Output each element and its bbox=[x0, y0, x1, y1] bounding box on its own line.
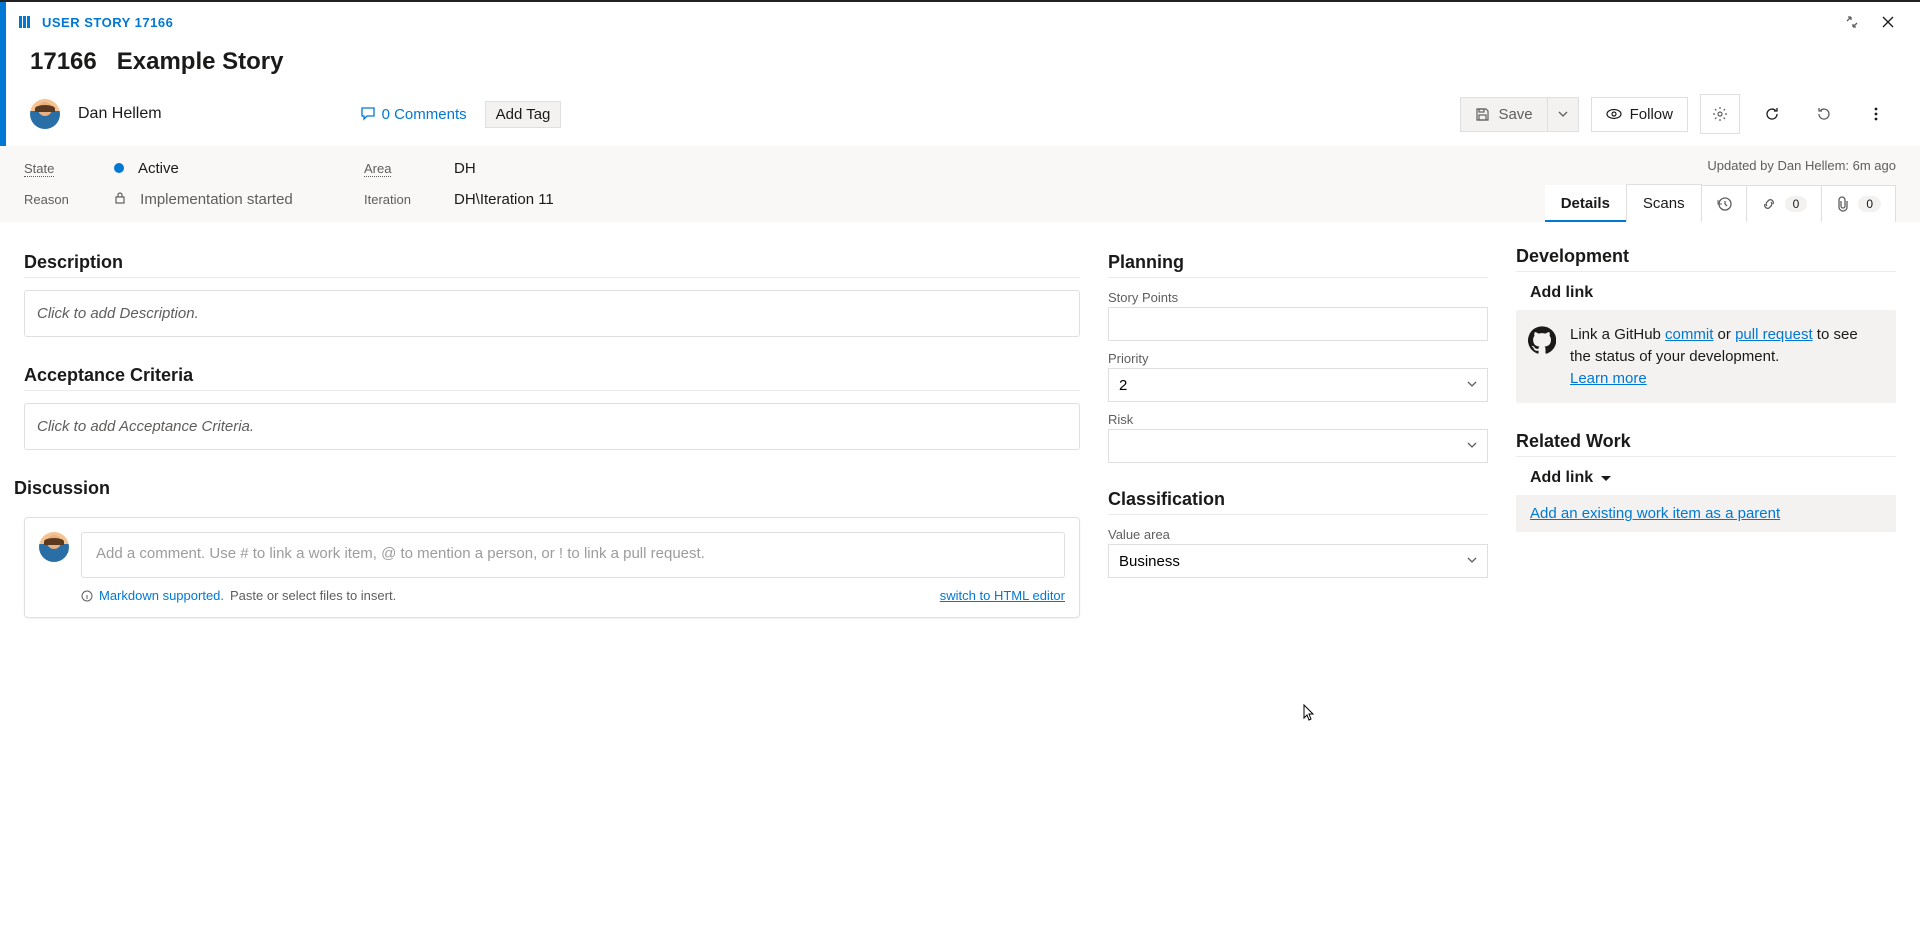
markdown-link[interactable]: Markdown supported. bbox=[99, 588, 224, 603]
restore-window-button[interactable] bbox=[1834, 4, 1870, 40]
acceptance-input[interactable]: Click to add Acceptance Criteria. bbox=[24, 403, 1080, 450]
add-tag-button[interactable]: Add Tag bbox=[485, 101, 562, 128]
work-item-title[interactable]: Example Story bbox=[117, 48, 284, 76]
story-points-label: Story Points bbox=[1108, 290, 1488, 305]
priority-label: Priority bbox=[1108, 351, 1488, 366]
tab-history[interactable] bbox=[1701, 185, 1747, 222]
refresh-button[interactable] bbox=[1752, 94, 1792, 134]
related-add-link-dropdown[interactable]: Add link bbox=[1516, 469, 1896, 487]
iteration-value[interactable]: DH\Iteration 11 bbox=[454, 191, 804, 208]
attachments-count: 0 bbox=[1858, 196, 1881, 212]
acceptance-heading: Acceptance Criteria bbox=[24, 365, 1080, 386]
info-icon bbox=[81, 590, 93, 602]
state-label: State bbox=[24, 161, 54, 177]
follow-icon bbox=[1606, 106, 1622, 122]
github-pr-link[interactable]: pull request bbox=[1735, 326, 1813, 343]
development-add-link[interactable]: Add link bbox=[1516, 284, 1896, 302]
risk-label: Risk bbox=[1108, 412, 1488, 427]
risk-select[interactable] bbox=[1108, 429, 1488, 463]
mouse-cursor-icon bbox=[1303, 704, 1315, 722]
assignee-avatar[interactable] bbox=[30, 99, 60, 129]
tab-details[interactable]: Details bbox=[1545, 185, 1627, 222]
discussion-card: Add a comment. Use # to link a work item… bbox=[24, 517, 1080, 618]
tab-scans[interactable]: Scans bbox=[1626, 184, 1702, 222]
story-points-input[interactable] bbox=[1108, 307, 1488, 341]
comment-input[interactable]: Add a comment. Use # to link a work item… bbox=[81, 532, 1065, 578]
save-dropdown[interactable] bbox=[1547, 98, 1578, 131]
area-label: Area bbox=[364, 161, 391, 177]
more-actions-button[interactable] bbox=[1856, 94, 1896, 134]
discussion-heading: Discussion bbox=[14, 478, 1080, 499]
description-input[interactable]: Click to add Description. bbox=[24, 290, 1080, 337]
paste-hint: Paste or select files to insert. bbox=[230, 588, 396, 603]
save-icon bbox=[1475, 107, 1490, 122]
add-existing-parent-link[interactable]: Add an existing work item as a parent bbox=[1530, 505, 1780, 522]
related-work-heading: Related Work bbox=[1516, 431, 1896, 452]
area-value[interactable]: DH bbox=[454, 160, 804, 177]
settings-button[interactable] bbox=[1700, 94, 1740, 134]
related-parent-card: Add an existing work item as a parent bbox=[1516, 495, 1896, 532]
github-hint-card: Link a GitHub commit or pull request to … bbox=[1516, 310, 1896, 403]
lock-icon bbox=[114, 191, 130, 208]
reason-label: Reason bbox=[24, 192, 69, 207]
comment-avatar bbox=[39, 532, 69, 562]
switch-editor-link[interactable]: switch to HTML editor bbox=[940, 588, 1065, 603]
undo-button[interactable] bbox=[1804, 94, 1844, 134]
save-button[interactable]: Save bbox=[1461, 98, 1546, 131]
priority-select[interactable] bbox=[1108, 368, 1488, 402]
description-heading: Description bbox=[24, 252, 1080, 273]
breadcrumb-type: USER STORY 17166 bbox=[6, 14, 173, 30]
comment-icon bbox=[360, 106, 376, 122]
follow-button[interactable]: Follow bbox=[1591, 97, 1688, 132]
assignee-name[interactable]: Dan Hellem bbox=[78, 105, 162, 123]
planning-heading: Planning bbox=[1108, 252, 1488, 273]
github-commit-link[interactable]: commit bbox=[1665, 326, 1713, 343]
close-button[interactable] bbox=[1870, 4, 1906, 40]
reason-value[interactable]: Implementation started bbox=[114, 191, 344, 208]
tab-links[interactable]: 0 bbox=[1746, 185, 1823, 222]
iteration-label: Iteration bbox=[364, 192, 411, 207]
links-count: 0 bbox=[1785, 196, 1808, 212]
comments-count: 0 Comments bbox=[382, 106, 467, 123]
work-item-id: 17166 bbox=[30, 48, 97, 76]
state-dot-icon bbox=[114, 163, 124, 173]
save-button-group: Save bbox=[1460, 97, 1578, 132]
comments-link[interactable]: 0 Comments bbox=[360, 106, 467, 123]
breadcrumb-label: USER STORY 17166 bbox=[42, 15, 173, 30]
updated-text: Updated by Dan Hellem: 6m ago bbox=[1707, 158, 1896, 173]
state-value[interactable]: Active bbox=[114, 160, 344, 177]
value-area-select[interactable] bbox=[1108, 544, 1488, 578]
user-story-icon bbox=[18, 14, 34, 30]
tab-attachments[interactable]: 0 bbox=[1821, 185, 1896, 222]
classification-heading: Classification bbox=[1108, 489, 1488, 510]
github-icon bbox=[1528, 326, 1556, 354]
value-area-label: Value area bbox=[1108, 527, 1488, 542]
follow-label: Follow bbox=[1630, 106, 1673, 123]
development-heading: Development bbox=[1516, 246, 1896, 267]
save-label: Save bbox=[1498, 106, 1532, 123]
github-learn-more-link[interactable]: Learn more bbox=[1570, 370, 1647, 387]
